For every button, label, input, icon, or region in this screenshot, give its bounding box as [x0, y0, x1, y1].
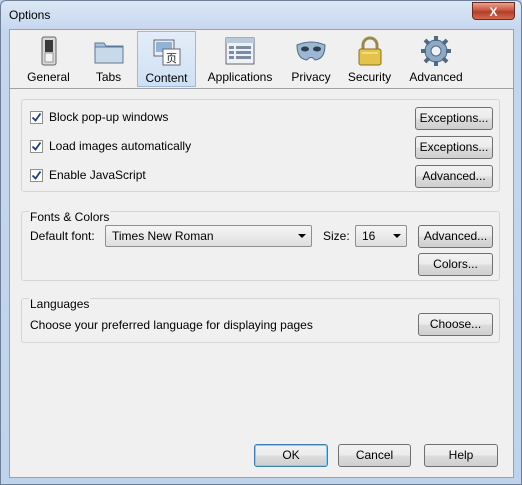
default-font-label: Default font:	[30, 229, 95, 243]
checkmark-icon	[31, 170, 42, 180]
size-label: Size:	[323, 229, 350, 243]
close-button[interactable]: X	[472, 2, 515, 20]
fonts-colors-legend: Fonts & Colors	[29, 210, 111, 224]
tab-tabs[interactable]: Tabs	[81, 31, 136, 87]
images-exceptions-button[interactable]: Exceptions...	[415, 136, 493, 159]
fonts-advanced-button[interactable]: Advanced...	[418, 225, 493, 248]
load-images-row[interactable]: Load images automatically	[30, 138, 191, 154]
tab-label: Advanced	[409, 70, 463, 84]
folder-tabs-icon	[94, 42, 123, 64]
block-popups-row[interactable]: Block pop-up windows	[30, 109, 168, 125]
switch-icon	[41, 36, 56, 66]
category-toolbar: General Tabs 页 Content Applications Priv…	[10, 30, 513, 89]
tab-applications[interactable]: Applications	[198, 31, 282, 87]
javascript-advanced-button[interactable]: Advanced...	[415, 165, 493, 188]
checkmark-icon	[31, 112, 42, 122]
languages-legend: Languages	[29, 297, 91, 311]
default-font-select[interactable]: Times New Roman	[105, 225, 312, 247]
tab-label: Tabs	[95, 70, 122, 84]
languages-group: Languages Choose your preferred language…	[21, 297, 500, 343]
tab-label: General	[27, 70, 70, 84]
checkmark-icon	[31, 141, 42, 151]
svg-text:页: 页	[166, 52, 177, 65]
tab-content[interactable]: 页 Content	[137, 31, 196, 87]
tab-security[interactable]: Security	[341, 31, 398, 87]
block-popups-checkbox[interactable]	[30, 110, 43, 124]
dropdown-arrow-icon	[298, 234, 306, 238]
javascript-row[interactable]: Enable JavaScript	[30, 167, 146, 183]
content-page-icon: 页	[153, 39, 180, 66]
tab-advanced[interactable]: Advanced	[402, 31, 470, 87]
javascript-label: Enable JavaScript	[49, 168, 146, 182]
font-size-value: 16	[362, 229, 376, 243]
content-options-group: Block pop-up windows Exceptions... Load …	[21, 99, 500, 192]
tab-label: Security	[347, 70, 392, 84]
default-font-value: Times New Roman	[112, 229, 214, 243]
load-images-label: Load images automatically	[49, 139, 192, 153]
tab-label: Privacy	[291, 70, 331, 84]
tab-label: Applications	[207, 70, 273, 84]
ok-button[interactable]: OK	[254, 444, 328, 467]
colors-button[interactable]: Colors...	[418, 253, 493, 276]
gear-icon	[421, 36, 451, 66]
popup-exceptions-button[interactable]: Exceptions...	[415, 107, 493, 130]
tab-privacy[interactable]: Privacy	[284, 31, 338, 87]
options-window: Options X General Tabs 页 Content Applica…	[0, 0, 522, 485]
cancel-button[interactable]: Cancel	[338, 444, 411, 467]
choose-language-button[interactable]: Choose...	[418, 313, 493, 336]
mask-icon	[296, 41, 326, 61]
fonts-colors-group: Fonts & Colors Default font: Times New R…	[21, 210, 500, 281]
help-button[interactable]: Help	[424, 444, 498, 467]
javascript-checkbox[interactable]	[30, 168, 43, 182]
font-size-select[interactable]: 16	[355, 225, 407, 247]
applications-icon	[225, 37, 255, 65]
dropdown-arrow-icon	[393, 234, 401, 238]
load-images-checkbox[interactable]	[30, 139, 43, 153]
padlock-icon	[358, 36, 381, 66]
block-popups-label: Block pop-up windows	[49, 110, 169, 124]
dialog-client: General Tabs 页 Content Applications Priv…	[9, 29, 514, 478]
languages-description: Choose your preferred language for displ…	[30, 318, 313, 332]
tab-general[interactable]: General	[18, 31, 79, 87]
tab-label: Content	[145, 71, 188, 85]
window-title: Options	[9, 8, 51, 22]
